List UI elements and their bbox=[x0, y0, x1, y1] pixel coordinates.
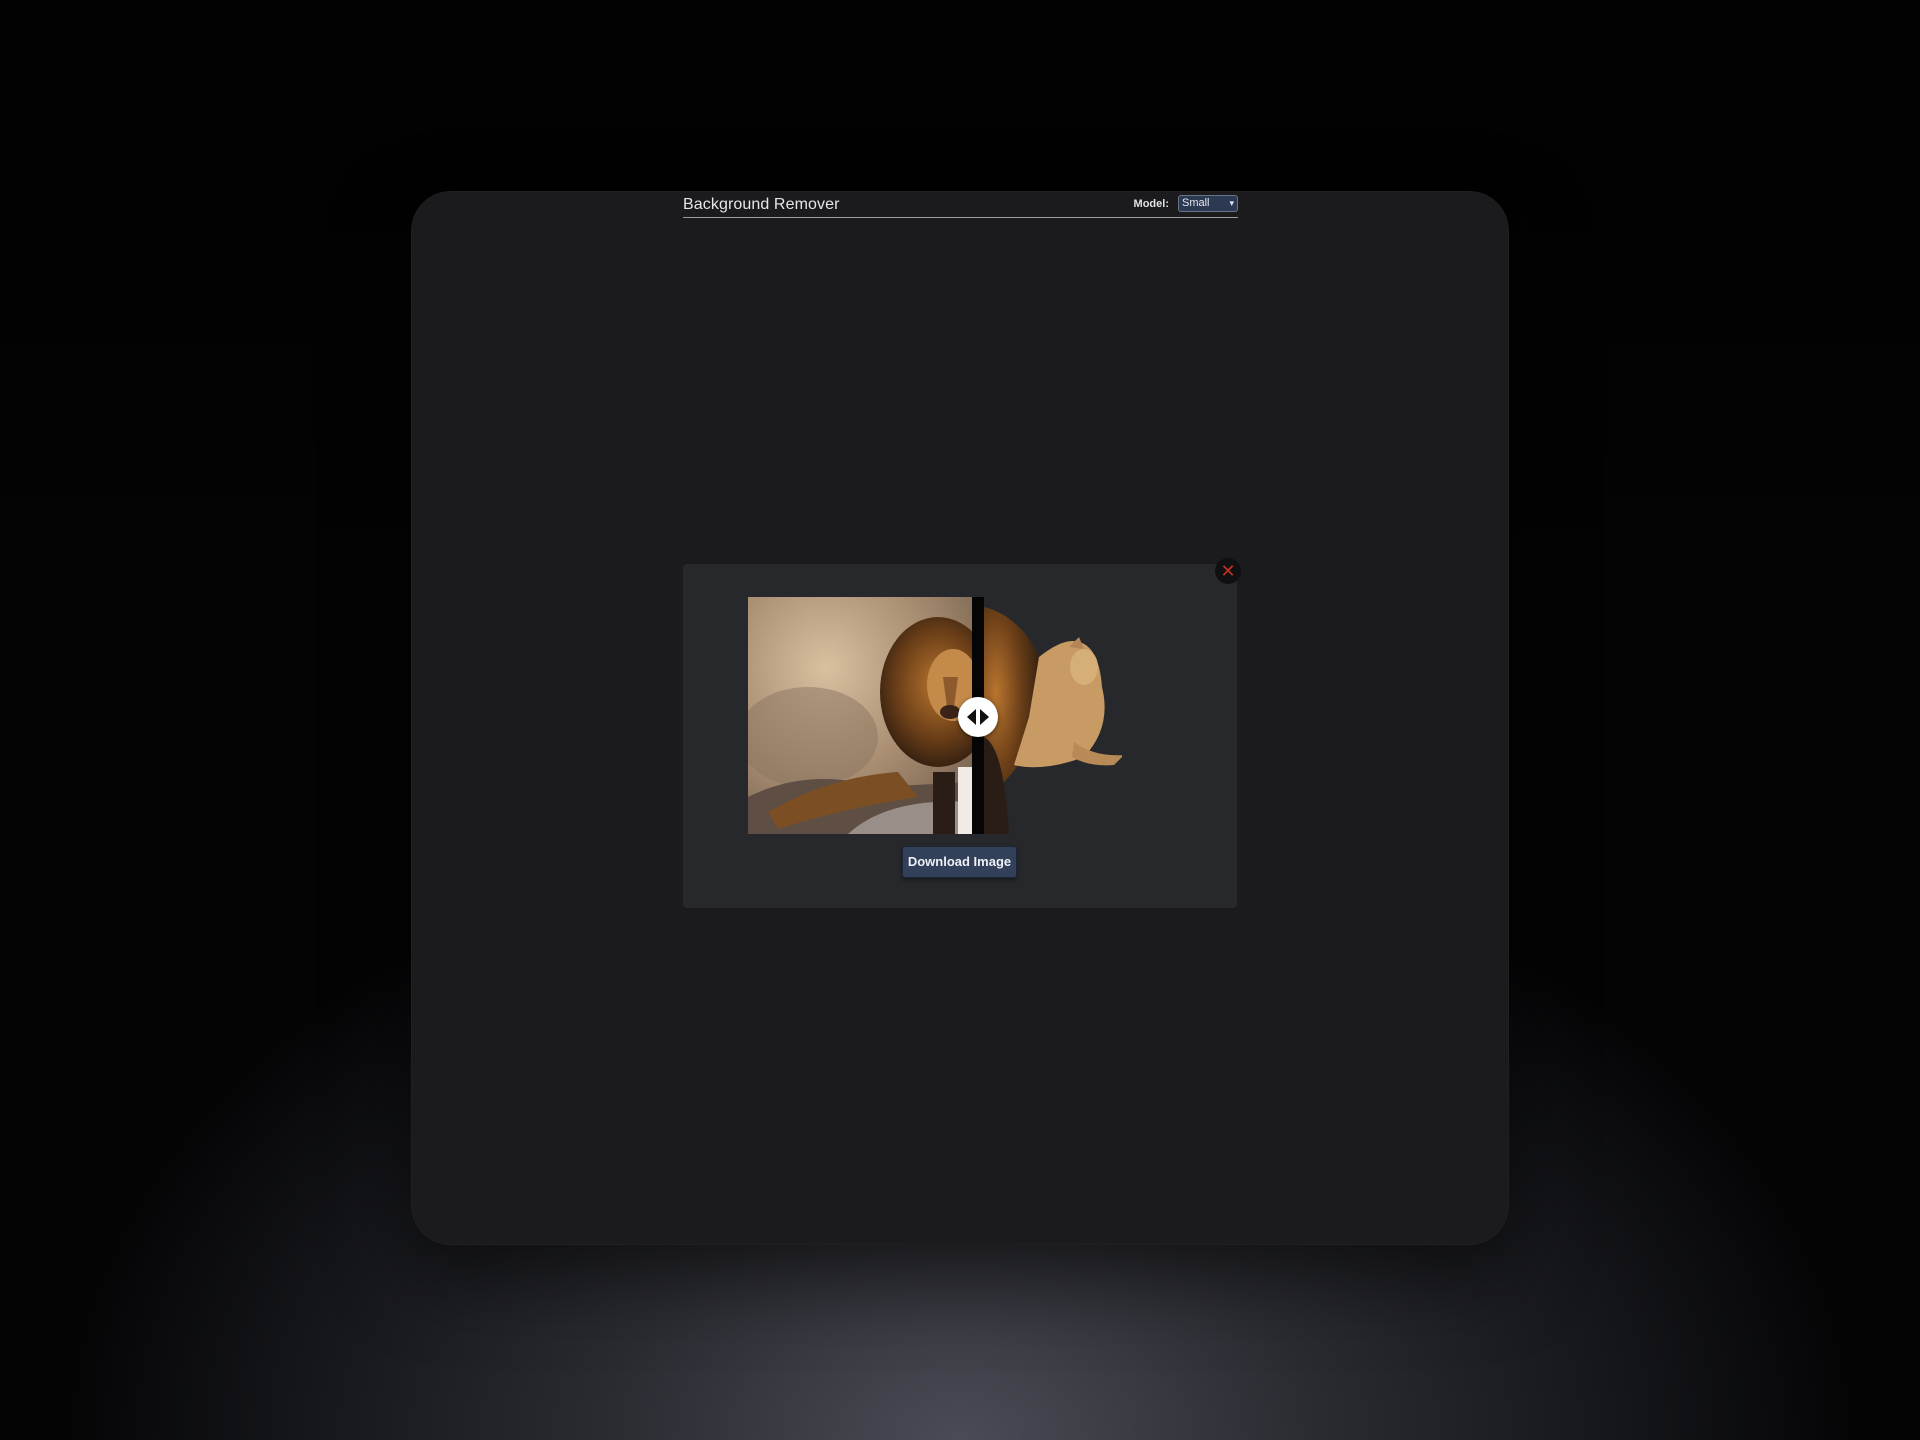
before-after-comparison[interactable] bbox=[748, 597, 1122, 834]
left-right-arrows-icon bbox=[967, 709, 989, 725]
comparison-slider-handle[interactable] bbox=[958, 697, 998, 737]
background-removed-image bbox=[984, 597, 1122, 834]
model-picker: Model: Small ▾ bbox=[1134, 195, 1238, 212]
result-panel: ✕ Download Image bbox=[683, 558, 1241, 908]
close-icon: ✕ bbox=[1220, 561, 1236, 581]
page-title: Background Remover bbox=[683, 196, 840, 213]
model-label: Model: bbox=[1133, 197, 1169, 210]
chevron-down-icon: ▾ bbox=[1229, 198, 1234, 208]
model-select-value: Small bbox=[1182, 197, 1210, 209]
download-image-button[interactable]: Download Image bbox=[902, 846, 1017, 878]
app-header: Background Remover Model: Small ▾ bbox=[683, 191, 1238, 218]
app-window: Background Remover Model: Small ▾ ✕ Down… bbox=[411, 191, 1509, 1245]
original-image bbox=[748, 597, 972, 834]
model-select[interactable]: Small ▾ bbox=[1178, 195, 1238, 212]
close-button[interactable]: ✕ bbox=[1215, 558, 1241, 584]
